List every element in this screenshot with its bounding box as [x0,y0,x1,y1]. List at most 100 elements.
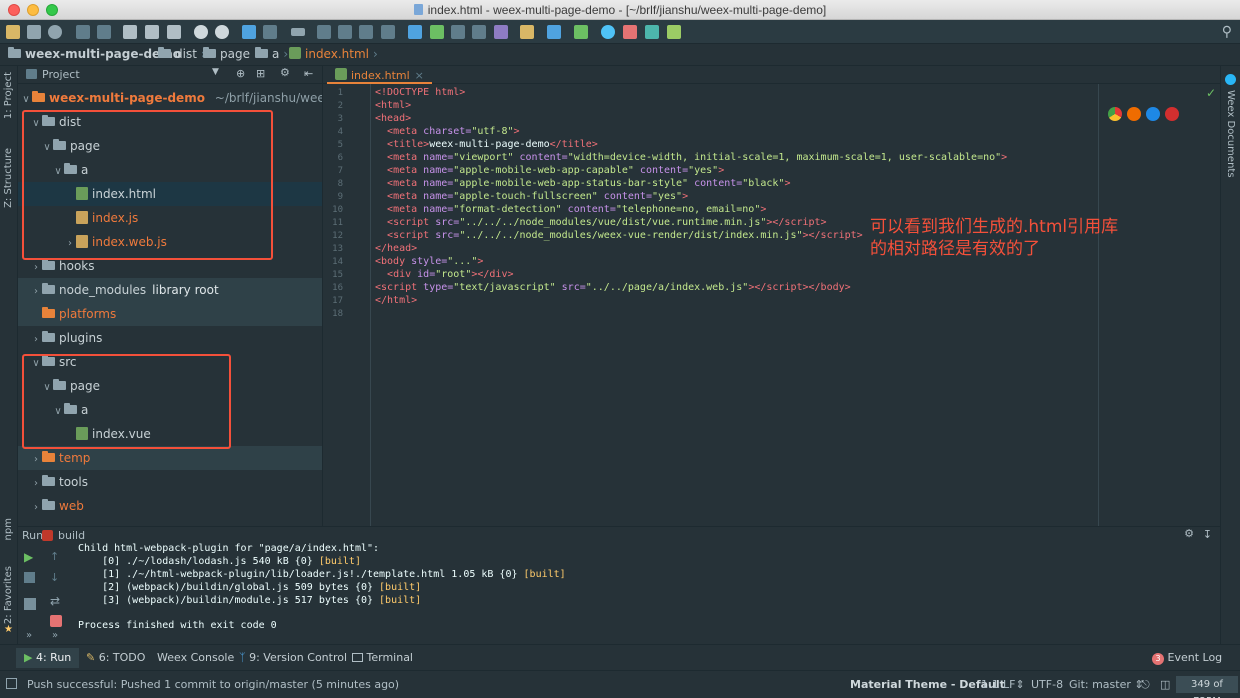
chevron-right-icon: › [34,454,38,465]
plugin-puzzle-icon[interactable] [667,25,681,39]
line-number: 7 [337,166,343,176]
lock-icon[interactable]: ⎋ [1141,678,1150,692]
tree-item-temp[interactable]: › temp [18,446,322,470]
rerun-icon[interactable]: ▶ [24,550,36,564]
git-branch-selector[interactable]: Git: master ⇕ [1069,678,1144,691]
scroll-from-source-icon[interactable]: ⊕ [236,67,245,80]
todo-tool-tab[interactable]: ✎ 6: TODO [86,651,145,664]
line-number: 6 [337,153,343,163]
tree-item-platforms[interactable]: platforms [18,302,322,326]
more-icon[interactable]: » [52,630,64,642]
hide-panel-icon[interactable]: ⇤ [304,67,313,80]
tree-item-node-modules[interactable]: › node_modules library root [18,278,322,302]
cut-icon[interactable] [123,25,137,39]
breadcrumb-item-page[interactable]: page› [203,47,259,61]
inspector-icon[interactable]: ◫ [1160,678,1170,691]
project-view-selector[interactable]: Project [42,68,80,81]
weex-console-tool-tab[interactable]: Weex Console [157,651,234,664]
encoding-selector[interactable]: UTF-8 [1031,678,1063,691]
caret-position[interactable]: 1:1 [981,678,999,691]
back-icon[interactable] [242,25,256,39]
status-message[interactable]: Push successful: Pushed 1 commit to orig… [27,678,399,691]
gear-icon[interactable]: ⚙ [280,66,290,79]
favorites-tool-tab[interactable]: 2: Favorites [3,566,14,624]
search-everywhere-icon[interactable]: ⚲ [1222,24,1232,40]
forward-icon[interactable] [263,25,277,39]
run-config-tab[interactable]: build [58,529,85,542]
close-tab-icon[interactable]: × [415,69,424,82]
structure-tool-tab[interactable]: Z: Structure [3,148,14,208]
chevron-down-icon[interactable]: ▼ [212,67,219,77]
stop-icon[interactable] [381,25,395,39]
collapse-all-icon[interactable]: ⊞ [256,67,265,80]
editor-tab-index-html[interactable]: index.html × [327,66,432,84]
tree-item-plugins[interactable]: › plugins [18,326,322,350]
gear-icon[interactable]: ⚙ [1184,527,1194,540]
debug-icon[interactable] [338,25,352,39]
sync-icon[interactable] [48,25,62,39]
scroll-up-icon[interactable]: ↑ [50,550,62,563]
run-tool-tab[interactable]: ▶ 4: Run [16,648,80,668]
chrome-icon[interactable] [1108,107,1122,121]
version-control-tool-tab[interactable]: ᛉ 9: Version Control [239,651,347,664]
npm-tool-tab[interactable]: npm [3,518,14,540]
more-icon[interactable]: » [26,630,38,642]
safari-icon[interactable] [1146,107,1160,121]
editor-tab-bar: index.html × [323,66,1240,84]
clear-console-icon[interactable] [50,615,62,627]
stop-icon[interactable] [24,572,35,583]
memory-indicator[interactable]: 349 of 725M [1176,676,1238,698]
replace-icon[interactable] [215,25,229,39]
project-tool-tab[interactable]: 1: Project [3,72,14,119]
coverage-icon[interactable] [359,25,373,39]
undo-icon[interactable] [76,25,90,39]
console-text: Process finished with exit code 0 [78,620,277,631]
redo-icon[interactable] [97,25,111,39]
device-icon[interactable] [601,25,615,39]
sdk-manager-icon[interactable] [574,25,588,39]
built-tag: [built] [379,582,422,593]
copy-icon[interactable] [145,25,159,39]
tree-item-root[interactable]: ∨ weex-multi-page-demo ~/brlf/jianshu/wee… [18,86,322,110]
html-file-icon [289,47,301,59]
layout-icon[interactable] [24,598,36,610]
hide-panel-icon[interactable]: ↧ [1203,528,1212,541]
opera-icon[interactable] [1165,107,1179,121]
run-icon[interactable] [317,25,331,39]
layout-icon[interactable] [623,25,637,39]
find-icon[interactable] [194,25,208,39]
toggle-tool-windows-icon[interactable] [6,678,17,689]
breadcrumb-item-dist[interactable]: dist› [158,47,206,61]
tree-item-tools[interactable]: › tools [18,470,322,494]
tree-item-web[interactable]: › web [18,494,322,518]
breadcrumb-item-a[interactable]: a › [255,47,288,61]
vcs-commit-icon[interactable] [430,25,444,39]
code-editor[interactable]: <!DOCTYPE html> <html> <head> <meta char… [371,84,1098,526]
code-line: <script src="../../../node_modules/weex-… [387,230,863,241]
vcs-revert-icon[interactable] [494,25,508,39]
vcs-compare-icon[interactable] [451,25,465,39]
editor-gutter: 1 2 3 4 5 6 7 8 9 10 11 12 13 14 15 16 1… [323,84,371,526]
vcs-update-icon[interactable] [408,25,422,39]
settings-wrench-icon[interactable] [520,25,534,39]
soft-wrap-icon[interactable]: ⇄ [50,594,62,608]
weex-documents-tool-tab[interactable]: Weex Documents [1225,90,1236,178]
run-config-dropdown-icon[interactable] [291,28,305,36]
breadcrumb-item-file[interactable]: index.html › [289,47,378,61]
window-title: index.html - weex-multi-page-demo - [~/b… [0,3,1240,17]
run-console[interactable]: Child html-webpack-plugin for "page/a/in… [72,543,1220,644]
chevron-right-icon: › [34,334,38,345]
line-separator-selector[interactable]: LF⇕ [1003,678,1025,691]
help-icon[interactable] [547,25,561,39]
folder-icon [203,47,216,58]
paste-icon[interactable] [167,25,181,39]
event-log-tool-tab[interactable]: 3 Event Log [1152,651,1222,665]
vcs-history-icon[interactable] [472,25,486,39]
firefox-icon[interactable] [1127,107,1141,121]
terminal-tool-tab[interactable]: Terminal [352,651,413,664]
open-folder-icon[interactable] [6,25,20,39]
save-icon[interactable] [27,25,41,39]
npm-icon [42,530,53,541]
monitor-icon[interactable] [645,25,659,39]
scroll-down-icon[interactable]: ↓ [50,571,62,584]
